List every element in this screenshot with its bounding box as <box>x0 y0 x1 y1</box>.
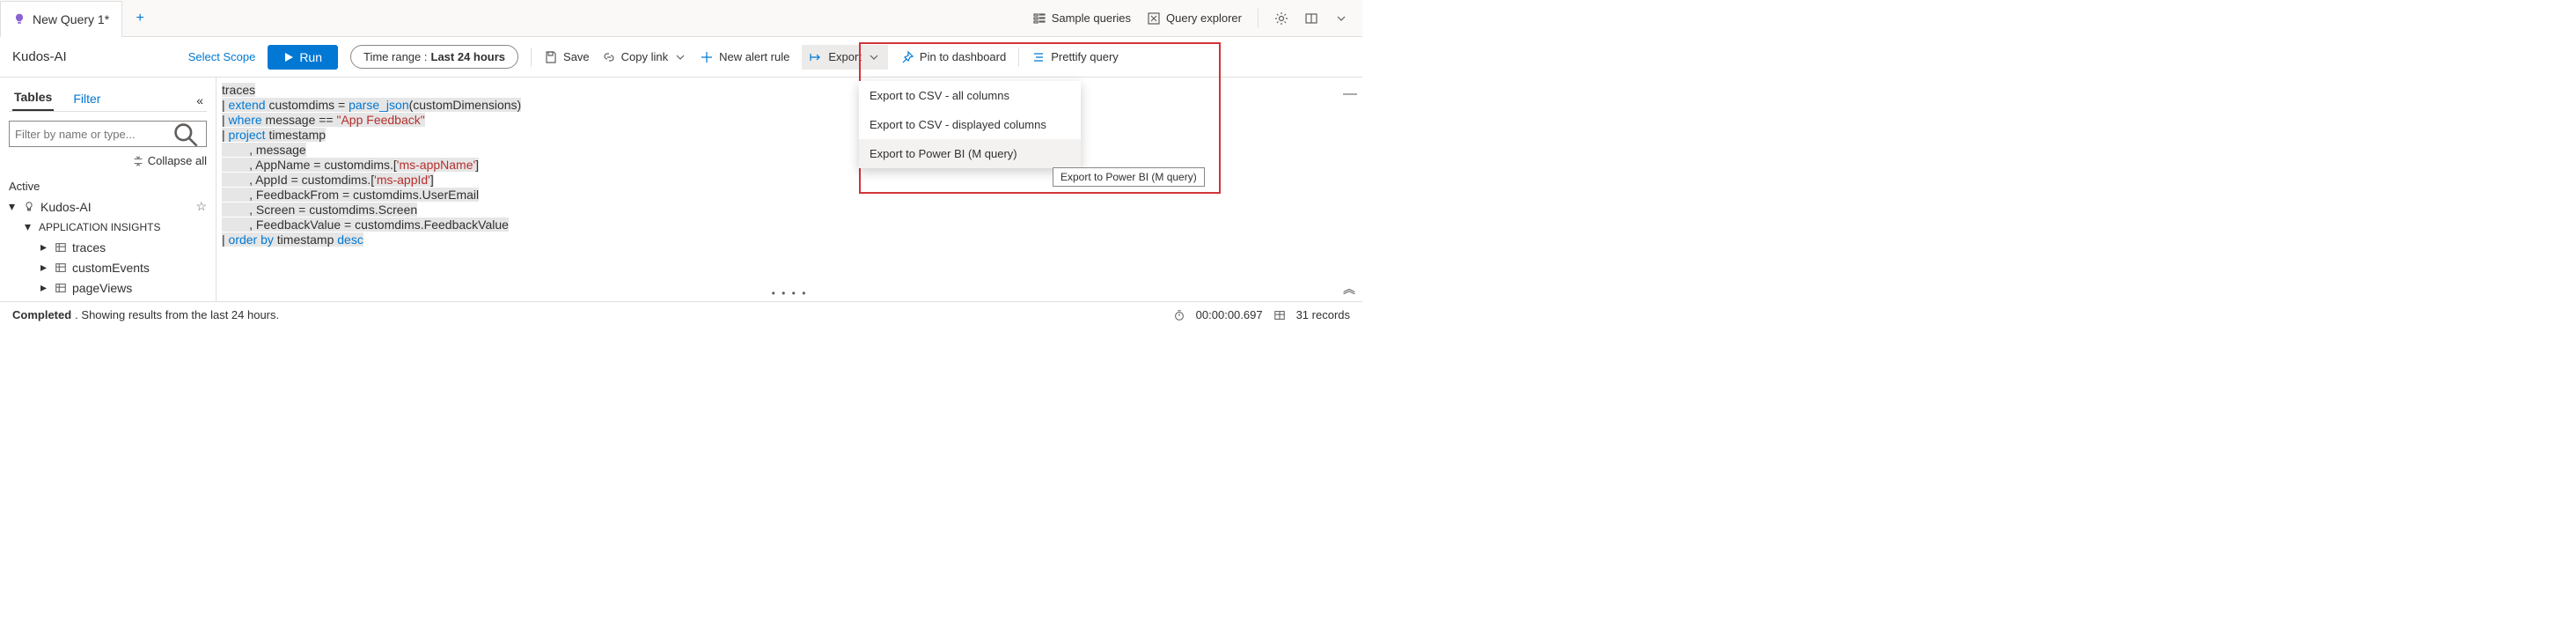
favorite-star-icon[interactable]: ☆ <box>195 199 207 214</box>
tree-item-label: traces <box>72 240 106 255</box>
search-icon <box>170 119 201 150</box>
copy-link-button[interactable]: Copy link <box>602 50 687 64</box>
lightbulb-icon <box>13 13 26 26</box>
pin-button[interactable]: Pin to dashboard <box>900 50 1006 64</box>
add-tab-button[interactable]: + <box>122 0 158 36</box>
play-icon <box>283 52 294 63</box>
collapse-all-button[interactable]: Collapse all <box>9 154 207 167</box>
tree-item-label: pageViews <box>72 281 132 295</box>
separator <box>1018 48 1019 67</box>
tab-tables[interactable]: Tables <box>12 85 54 111</box>
explorer-icon <box>1147 11 1161 26</box>
status-records: 31 records <box>1296 308 1350 321</box>
query-editor[interactable]: traces| extend customdims = parse_json(c… <box>217 78 1362 247</box>
tree-item[interactable]: ▸ pageViews <box>9 277 207 298</box>
status-text: . Showing results from the last 24 hours… <box>75 308 279 321</box>
list-icon <box>1032 11 1046 26</box>
save-label: Save <box>563 50 590 63</box>
query-tab[interactable]: New Query 1* <box>0 1 122 37</box>
separator <box>1258 9 1259 28</box>
tab-row: New Query 1* + Sample queries Query expl… <box>0 0 1362 37</box>
caret-icon: ▸ <box>40 280 49 295</box>
tree-item-label: customEvents <box>72 261 150 275</box>
caret-icon: ▸ <box>40 260 49 275</box>
new-alert-button[interactable]: New alert rule <box>700 50 789 64</box>
panel-icon[interactable] <box>1304 11 1318 26</box>
top-right-tools: Sample queries Query explorer <box>1032 0 1362 36</box>
sample-queries-button[interactable]: Sample queries <box>1032 11 1131 26</box>
tree-root-label: Kudos-AI <box>40 200 92 214</box>
status-bar: Completed . Showing results from the las… <box>0 301 1362 328</box>
export-menu-item[interactable]: Export to Power BI (M query) <box>859 139 1081 168</box>
copy-link-label: Copy link <box>621 50 668 63</box>
caret-icon: ▾ <box>25 219 33 234</box>
chevron-down-icon[interactable] <box>1334 11 1348 26</box>
sample-queries-label: Sample queries <box>1052 11 1131 25</box>
link-icon <box>602 50 616 64</box>
tree-root[interactable]: ▾ Kudos-AI ☆ <box>9 196 207 217</box>
active-header: Active <box>9 180 207 193</box>
scope-name: Kudos-AI <box>12 49 67 64</box>
sidebar-search[interactable] <box>9 121 207 147</box>
query-explorer-button[interactable]: Query explorer <box>1147 11 1242 26</box>
save-icon <box>544 50 558 64</box>
collapse-sidebar-button[interactable]: « <box>193 90 207 111</box>
main-area: Tables Filter « Collapse all Active ▾ Ku… <box>0 78 1362 301</box>
caret-icon: ▸ <box>40 240 49 255</box>
export-menu-item[interactable]: Export to CSV - displayed columns <box>859 110 1081 139</box>
plus-icon <box>700 50 714 64</box>
table-icon <box>1273 309 1286 321</box>
tab-filter[interactable]: Filter <box>71 86 102 111</box>
status-duration: 00:00:00.697 <box>1196 308 1263 321</box>
time-range-value: Last 24 hours <box>431 50 506 63</box>
query-explorer-label: Query explorer <box>1166 11 1242 25</box>
prettify-label: Prettify query <box>1051 50 1119 63</box>
search-input[interactable] <box>15 128 170 141</box>
select-scope-link[interactable]: Select Scope <box>188 50 256 63</box>
tab-title: New Query 1* <box>33 12 109 26</box>
export-menu: Export to CSV - all columnsExport to CSV… <box>859 81 1081 168</box>
time-range-label: Time range : <box>363 50 428 63</box>
sidebar-tabs: Tables Filter « <box>9 85 207 112</box>
collapse-editor-button[interactable]: — <box>1343 86 1357 102</box>
lightbulb-icon <box>23 201 35 213</box>
resize-handle[interactable]: • • • • <box>772 287 808 299</box>
status-completed: Completed <box>12 308 71 321</box>
tree-item[interactable]: ▸ customEvents <box>9 257 207 277</box>
table-icon <box>55 262 67 274</box>
gear-icon[interactable] <box>1274 11 1288 26</box>
separator <box>531 48 532 67</box>
tree-group[interactable]: ▾ APPLICATION INSIGHTS <box>9 217 207 237</box>
new-alert-label: New alert rule <box>719 50 789 63</box>
save-button[interactable]: Save <box>544 50 590 64</box>
chevron-down-icon <box>673 50 687 64</box>
toolbar: Kudos-AI Select Scope Run Time range : L… <box>0 37 1362 78</box>
collapse-all-label: Collapse all <box>148 154 207 167</box>
export-icon <box>809 50 823 64</box>
export-button[interactable]: Export <box>802 45 888 70</box>
caret-icon: ▾ <box>9 199 18 214</box>
pin-label: Pin to dashboard <box>920 50 1006 63</box>
export-tooltip: Export to Power BI (M query) <box>1053 167 1205 187</box>
time-range-pill[interactable]: Time range : Last 24 hours <box>350 45 518 69</box>
sidebar: Tables Filter « Collapse all Active ▾ Ku… <box>0 78 217 301</box>
prettify-button[interactable]: Prettify query <box>1031 50 1119 64</box>
pin-icon <box>900 50 914 64</box>
expand-results-button[interactable]: ︽ <box>1343 280 1355 298</box>
collapse-icon <box>132 155 144 167</box>
tree-group-label: APPLICATION INSIGHTS <box>39 221 160 233</box>
export-menu-item[interactable]: Export to CSV - all columns <box>859 81 1081 110</box>
chevron-down-icon <box>867 50 881 64</box>
export-label: Export <box>828 50 862 63</box>
table-icon <box>55 241 67 254</box>
editor-area: traces| extend customdims = parse_json(c… <box>217 78 1362 301</box>
run-label: Run <box>299 50 322 64</box>
prettify-icon <box>1031 50 1046 64</box>
stopwatch-icon <box>1173 309 1185 321</box>
run-button[interactable]: Run <box>268 45 338 70</box>
table-icon <box>55 282 67 294</box>
tree-item[interactable]: ▸ traces <box>9 237 207 257</box>
